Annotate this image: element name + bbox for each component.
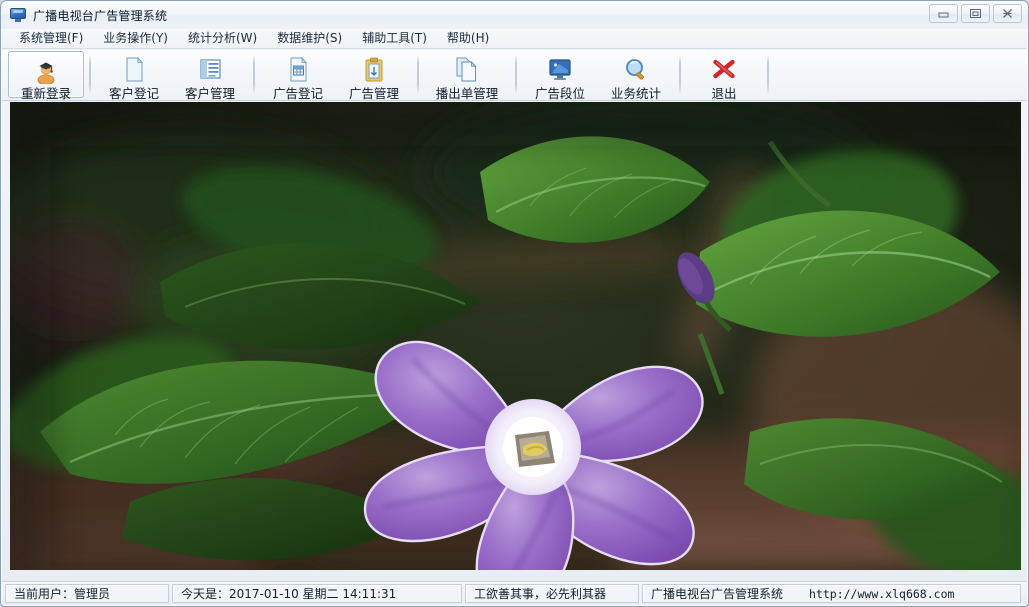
status-brand-text: 广播电视台广告管理系统 bbox=[651, 587, 784, 601]
toolbar-label-customer-manage: 客户管理 bbox=[184, 86, 235, 101]
user-graduate-icon bbox=[31, 56, 61, 86]
status-brand: 广播电视台广告管理系统 http://www.xlq668.com bbox=[642, 584, 1021, 603]
red-x-icon bbox=[709, 56, 739, 84]
close-button[interactable] bbox=[993, 4, 1022, 23]
status-motto: 工欲善其事，必先利其器 bbox=[465, 584, 639, 603]
periwinkle-flower-photo bbox=[10, 102, 1021, 570]
monitor-icon bbox=[10, 8, 26, 22]
toolbar-separator bbox=[515, 55, 517, 94]
toolbar-button-customer-register[interactable]: 客户登记 bbox=[96, 51, 172, 101]
status-current-user: 当前用户：管理员 bbox=[5, 584, 169, 603]
toolbar-label-ad-slot: 广告段位 bbox=[534, 86, 585, 101]
window-title: 广播电视台广告管理系统 bbox=[33, 8, 168, 23]
status-url[interactable]: http://www.xlq668.com bbox=[809, 587, 954, 601]
toolbar-button-business-stats[interactable]: 业务统计 bbox=[598, 51, 674, 101]
close-icon bbox=[1001, 8, 1014, 19]
status-bar: 当前用户：管理员 今天是：2017-01-10 星期二 14:11:31 工欲善… bbox=[2, 581, 1027, 605]
toolbar-button-ad-register[interactable]: 广告登记 bbox=[260, 51, 336, 101]
minimize-icon bbox=[937, 8, 950, 19]
list-table-icon bbox=[195, 56, 225, 84]
toolbar-button-customer-manage[interactable]: 客户管理 bbox=[172, 51, 248, 101]
toolbar-label-ad-manage: 广告管理 bbox=[348, 86, 399, 101]
toolbar-label-business-stats: 业务统计 bbox=[610, 86, 661, 101]
minimize-button[interactable] bbox=[929, 4, 958, 23]
toolbar-button-ad-slot[interactable]: 广告段位 bbox=[522, 51, 598, 101]
magnifier-icon bbox=[621, 56, 651, 84]
maximize-button[interactable] bbox=[961, 4, 990, 23]
toolbar-separator bbox=[767, 55, 769, 94]
menu-system[interactable]: 系统管理(F) bbox=[12, 30, 90, 48]
main-image-area bbox=[10, 102, 1021, 570]
menu-statistics[interactable]: 统计分析(W) bbox=[181, 30, 264, 48]
toolbar-separator bbox=[679, 55, 681, 94]
monitor-blue-icon bbox=[545, 56, 575, 84]
toolbar-button-playlist-manage[interactable]: 播出单管理 bbox=[424, 51, 510, 101]
toolbar-label-playlist-manage: 播出单管理 bbox=[435, 86, 499, 101]
menu-tools[interactable]: 辅助工具(T) bbox=[355, 30, 434, 48]
menu-data[interactable]: 数据维护(S) bbox=[270, 30, 349, 48]
clipboard-icon bbox=[359, 56, 389, 84]
window-controls bbox=[927, 4, 1022, 23]
toolbar-label-ad-register: 广告登记 bbox=[272, 86, 323, 101]
page-grid-icon bbox=[283, 56, 313, 84]
toolbar: 重新登录 客户登记 客户管理 广告登记 广告管理 播出单管理 广告段位 业务统计… bbox=[2, 50, 1027, 101]
blank-page-icon bbox=[119, 56, 149, 84]
menu-bar: 系统管理(F) 业务操作(Y) 统计分析(W) 数据维护(S) 辅助工具(T) … bbox=[2, 29, 1027, 49]
toolbar-button-exit[interactable]: 退出 bbox=[686, 51, 762, 101]
copy-pages-icon bbox=[452, 56, 482, 84]
title-bar: 广播电视台广告管理系统 bbox=[1, 1, 1028, 29]
toolbar-separator bbox=[89, 55, 91, 94]
toolbar-button-relogin[interactable]: 重新登录 bbox=[8, 51, 84, 101]
menu-help[interactable]: 帮助(H) bbox=[440, 30, 496, 48]
menu-business[interactable]: 业务操作(Y) bbox=[96, 30, 175, 48]
maximize-icon bbox=[969, 8, 982, 19]
application-window: 广播电视台广告管理系统 系统管理(F) 业务操作(Y) 统计分析(W) 数据维护… bbox=[0, 0, 1029, 607]
toolbar-label-exit: 退出 bbox=[711, 86, 737, 101]
status-datetime: 今天是：2017-01-10 星期二 14:11:31 bbox=[172, 584, 462, 603]
toolbar-label-customer-register: 客户登记 bbox=[108, 86, 159, 101]
toolbar-separator bbox=[417, 55, 419, 94]
toolbar-separator bbox=[253, 55, 255, 94]
toolbar-label-relogin: 重新登录 bbox=[20, 86, 71, 101]
toolbar-button-ad-manage[interactable]: 广告管理 bbox=[336, 51, 412, 101]
